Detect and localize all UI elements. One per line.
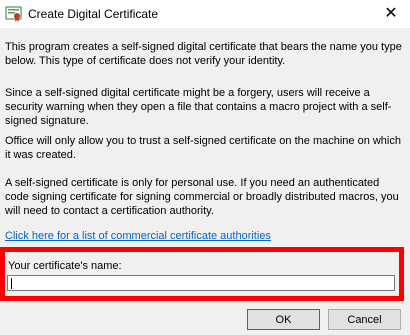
trust-info-paragraph: Office will only allow you to trust a se…	[5, 135, 401, 161]
cancel-button[interactable]: Cancel	[328, 309, 401, 330]
dialog-body: This program creates a self-signed digit…	[0, 28, 410, 335]
window-title: Create Digital Certificate	[28, 7, 159, 21]
certificate-name-input[interactable]	[7, 275, 395, 291]
description-paragraph: This program creates a self-signed digit…	[5, 41, 402, 67]
certificate-icon	[5, 6, 22, 22]
name-field-highlight: Your certificate's name:	[0, 247, 404, 301]
text-caret	[11, 278, 12, 289]
forgery-warning-paragraph: Since a self-signed digital certificate …	[5, 87, 392, 127]
close-icon: ✕	[384, 5, 398, 22]
certificate-authorities-link[interactable]: Click here for a list of commercial cert…	[5, 230, 271, 242]
close-button[interactable]: ✕	[376, 2, 406, 24]
personal-use-paragraph: A self-signed certificate is only for pe…	[5, 177, 399, 217]
ok-button[interactable]: OK	[247, 309, 320, 330]
title-bar: Create Digital Certificate ✕	[0, 0, 410, 28]
certificate-name-label: Your certificate's name:	[8, 260, 122, 272]
